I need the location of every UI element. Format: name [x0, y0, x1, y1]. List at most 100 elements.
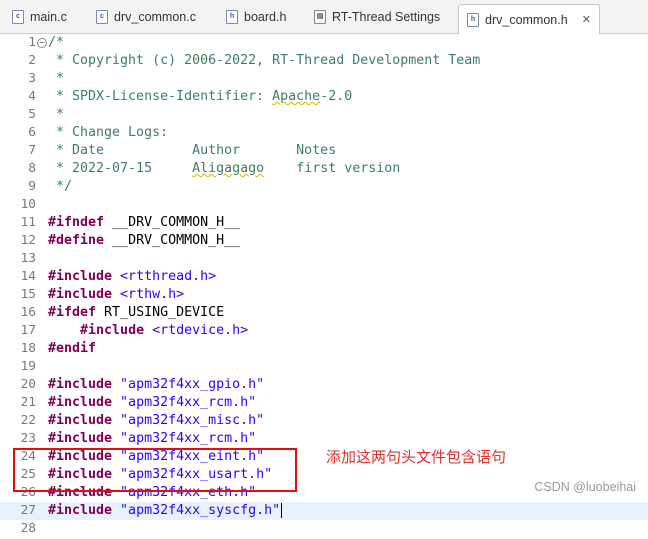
- code-line[interactable]: 20 #include "apm32f4xx_gpio.h": [0, 376, 648, 394]
- code-line[interactable]: 9 */: [0, 178, 648, 196]
- code-text: */: [48, 178, 72, 196]
- code-token: #include: [48, 377, 113, 392]
- tab-rt-thread-settings[interactable]: ▤ RT-Thread Settings: [314, 4, 440, 30]
- code-line[interactable]: 22 #include "apm32f4xx_misc.h": [0, 412, 648, 430]
- code-token: <rthw.h>: [112, 287, 185, 302]
- code-line[interactable]: 5 *: [0, 106, 648, 124]
- close-icon[interactable]: ✕: [582, 13, 591, 26]
- code-line[interactable]: 8 * 2022-07-15 Aligagago first version: [0, 160, 648, 178]
- code-line[interactable]: 12 #define __DRV_COMMON_H__: [0, 232, 648, 250]
- code-token: * 2022-07-15: [48, 161, 193, 176]
- code-line[interactable]: 18 #endif: [0, 340, 648, 358]
- code-token: Apache: [272, 89, 321, 104]
- line-number: 18: [20, 341, 36, 356]
- code-line[interactable]: 4 * SPDX-License-Identifier: Apache-2.0: [0, 88, 648, 106]
- code-token: #include: [48, 395, 113, 410]
- code-token: Aligagago: [192, 161, 265, 176]
- code-text: #include "apm32f4xx_syscfg.h": [48, 502, 283, 520]
- tab-label: main.c: [30, 10, 67, 24]
- code-line[interactable]: 17 #include <rtdevice.h>: [0, 322, 648, 340]
- tab-label: RT-Thread Settings: [332, 10, 441, 24]
- code-text: #include "apm32f4xx_gpio.h": [48, 376, 264, 394]
- watermark: CSDN @luobeihai: [534, 480, 636, 494]
- line-number: 5: [28, 107, 36, 122]
- fold-toggle-icon[interactable]: −: [37, 38, 47, 48]
- code-line[interactable]: 23 #include "apm32f4xx_rcm.h": [0, 430, 648, 448]
- line-number: 8: [28, 161, 36, 176]
- tab-board-h[interactable]: h board.h: [226, 4, 286, 30]
- code-token: #ifndef: [48, 215, 105, 230]
- code-token: #endif: [48, 341, 97, 356]
- code-text: #include "apm32f4xx_misc.h": [48, 412, 264, 430]
- code-text: #include <rthw.h>: [48, 286, 184, 304]
- code-text: #define __DRV_COMMON_H__: [48, 232, 240, 250]
- code-token: #include: [48, 269, 113, 284]
- code-token: #ifdef: [48, 305, 97, 320]
- code-token: #include: [48, 431, 113, 446]
- h-file-icon: h: [467, 12, 479, 27]
- code-token: #include: [48, 287, 113, 302]
- code-text: #include <rtdevice.h>: [48, 322, 248, 340]
- code-line[interactable]: 28: [0, 520, 648, 538]
- code-line[interactable]: 27 #include "apm32f4xx_syscfg.h": [0, 502, 648, 520]
- code-line[interactable]: 6 * Change Logs:: [0, 124, 648, 142]
- code-token: #include: [80, 323, 145, 338]
- code-line[interactable]: 19: [0, 358, 648, 376]
- code-token: "apm32f4xx_misc.h": [112, 413, 265, 428]
- code-token: -2.0: [320, 89, 353, 104]
- code-token: "apm32f4xx_gpio.h": [112, 377, 265, 392]
- text-cursor: [281, 502, 283, 518]
- code-token: #define: [48, 233, 105, 248]
- code-text: * 2022-07-15 Aligagago first version: [48, 160, 400, 178]
- code-token: <rtthread.h>: [112, 269, 217, 284]
- line-number: 4: [28, 89, 36, 104]
- line-number: 13: [20, 251, 36, 266]
- tab-drv-common-h[interactable]: h drv_common.h ✕: [458, 4, 600, 34]
- code-line[interactable]: 1−/*: [0, 34, 648, 52]
- line-number: 17: [20, 323, 36, 338]
- code-token: <rtdevice.h>: [144, 323, 249, 338]
- code-text: #ifndef __DRV_COMMON_H__: [48, 214, 240, 232]
- line-number: 10: [20, 197, 36, 212]
- code-line[interactable]: 14 #include <rtthread.h>: [0, 268, 648, 286]
- tab-label: board.h: [244, 10, 287, 24]
- code-token: RT_USING_DEVICE: [96, 305, 225, 320]
- code-text: #include <rtthread.h>: [48, 268, 216, 286]
- line-number: 16: [20, 305, 36, 320]
- line-number: 12: [20, 233, 36, 248]
- code-line[interactable]: 21 #include "apm32f4xx_rcm.h": [0, 394, 648, 412]
- code-text: * Change Logs:: [48, 124, 168, 142]
- code-line[interactable]: 2 * Copyright (c) 2006-2022, RT-Thread D…: [0, 52, 648, 70]
- tab-label: drv_common.c: [114, 10, 196, 24]
- code-token: #include: [48, 413, 113, 428]
- settings-file-icon: ▤: [314, 10, 326, 24]
- tab-main-c[interactable]: c main.c: [12, 4, 67, 30]
- code-token: * Copyright (c) 2006-2022, RT-Thread Dev…: [48, 53, 481, 68]
- line-number: 6: [28, 125, 36, 140]
- code-line[interactable]: 13: [0, 250, 648, 268]
- code-text: #endif: [48, 340, 96, 358]
- code-token: first version: [264, 161, 401, 176]
- code-token: __DRV_COMMON_H__: [104, 233, 241, 248]
- line-number: 20: [20, 377, 36, 392]
- line-number: 2: [28, 53, 36, 68]
- code-line[interactable]: 15 #include <rthw.h>: [0, 286, 648, 304]
- line-number: 22: [20, 413, 36, 428]
- line-number: 3: [28, 71, 36, 86]
- code-token: #include: [48, 503, 113, 518]
- code-line[interactable]: 7 * Date Author Notes: [0, 142, 648, 160]
- code-token: *: [48, 71, 65, 86]
- tab-drv-common-c[interactable]: c drv_common.c: [96, 4, 196, 30]
- code-token: */: [48, 179, 73, 194]
- code-line[interactable]: 16 #ifdef RT_USING_DEVICE: [0, 304, 648, 322]
- line-number: 27: [20, 503, 36, 518]
- code-text: /*: [48, 34, 64, 52]
- c-file-icon: c: [12, 10, 24, 24]
- code-line[interactable]: 11 #ifndef __DRV_COMMON_H__: [0, 214, 648, 232]
- annotation-text: 添加这两句头文件包含语句: [326, 448, 507, 466]
- code-text: #ifdef RT_USING_DEVICE: [48, 304, 224, 322]
- code-line[interactable]: 3 *: [0, 70, 648, 88]
- tab-label: drv_common.h: [485, 12, 568, 27]
- code-line[interactable]: 10: [0, 196, 648, 214]
